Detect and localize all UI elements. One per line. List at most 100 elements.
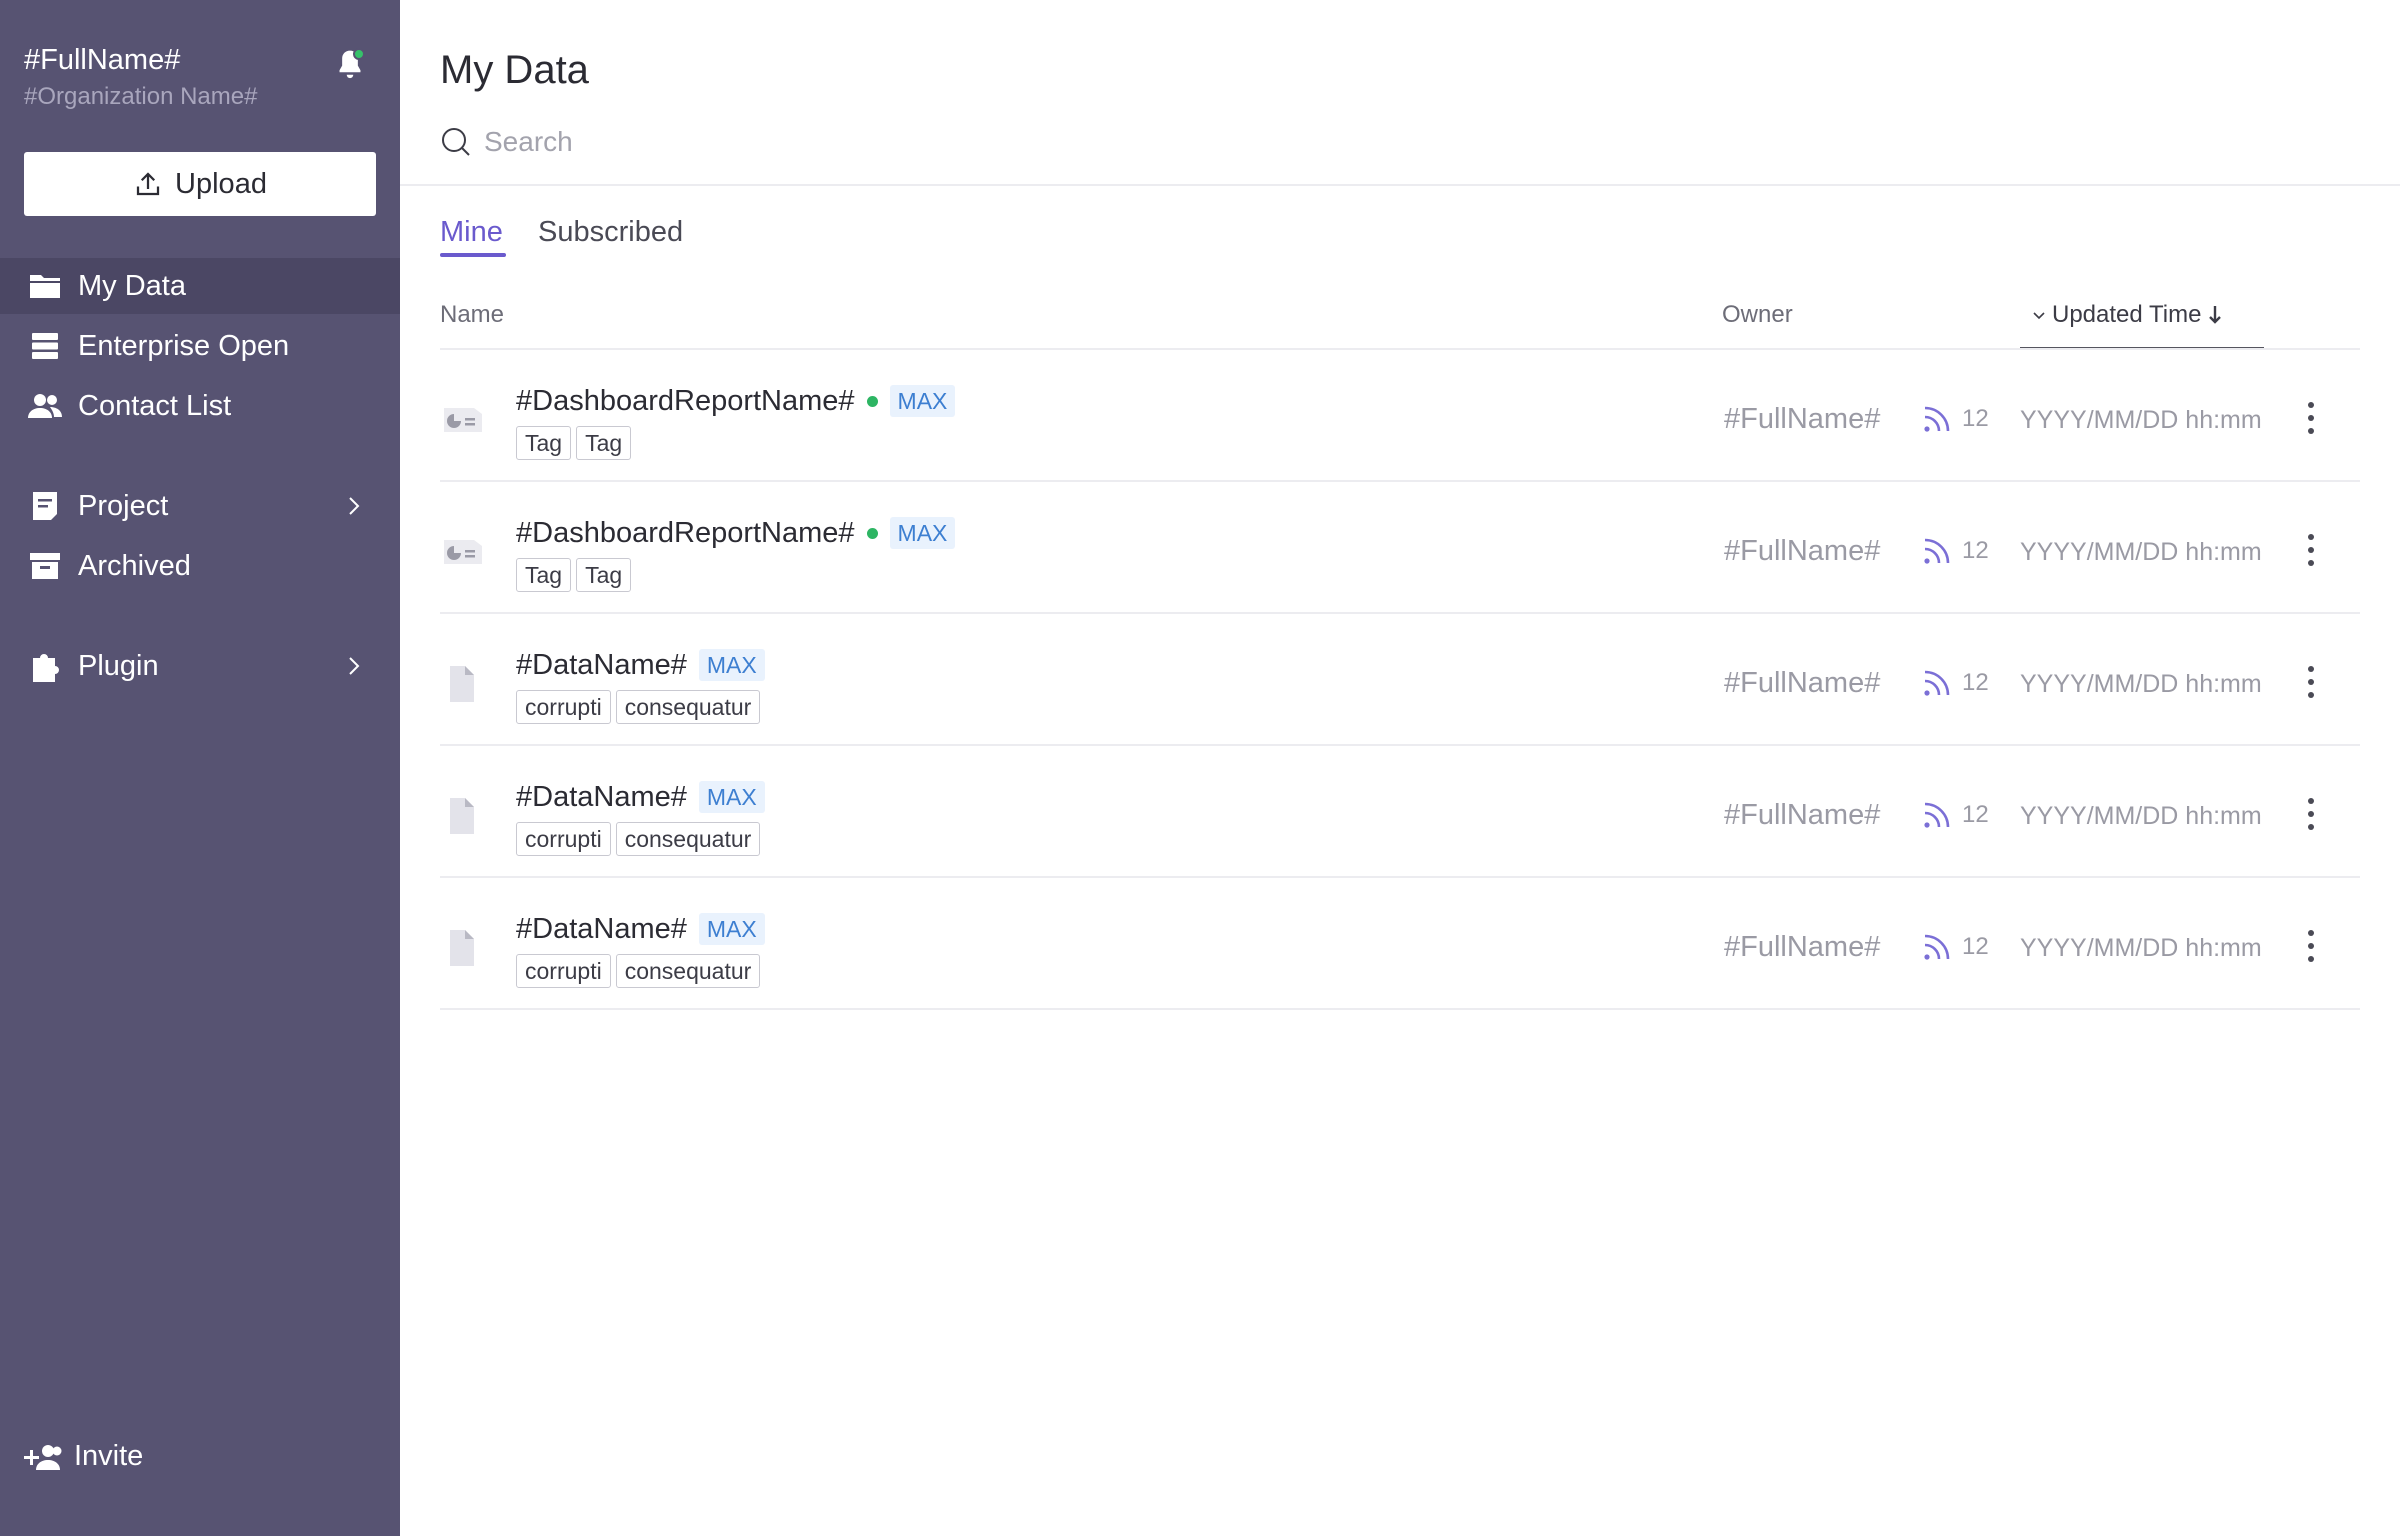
item-name[interactable]: #DataName# MAX	[516, 778, 765, 816]
max-badge: MAX	[698, 913, 765, 945]
subscriber-count: 12	[1920, 928, 1989, 966]
item-name[interactable]: #DataName# MAX	[516, 910, 765, 948]
upload-label: Upload	[175, 167, 267, 200]
updated-time: YYYY/MM/DD hh:mm	[2020, 934, 2262, 962]
owner-name: #FullName#	[1724, 403, 1881, 435]
tag[interactable]: Tag	[576, 558, 632, 592]
tag-list: corrupti consequatur	[516, 690, 761, 724]
folder-icon	[28, 270, 62, 302]
subscribers-icon	[1924, 802, 1950, 828]
upload-button[interactable]: Upload	[24, 152, 376, 216]
subscribers-icon	[1924, 670, 1950, 696]
tag-list: corrupti consequatur	[516, 954, 761, 988]
tag[interactable]: Tag	[576, 426, 632, 460]
invite-label: Invite	[74, 1440, 144, 1472]
updated-time: YYYY/MM/DD hh:mm	[2020, 538, 2262, 566]
tag[interactable]: Tag	[516, 558, 572, 592]
header-divider	[400, 184, 2400, 186]
tag[interactable]: corrupti	[516, 690, 611, 724]
subscriber-count-value: 12	[1962, 669, 1989, 696]
tag[interactable]: consequatur	[615, 822, 761, 856]
max-badge: MAX	[698, 781, 765, 813]
row-divider	[440, 612, 2360, 614]
row-divider	[440, 744, 2360, 746]
more-options-icon[interactable]	[2296, 528, 2326, 572]
sidebar-item-contact-list[interactable]: Contact List	[0, 378, 400, 434]
row-divider	[440, 480, 2360, 482]
sidebar-item-enterprise-open[interactable]: Enterprise Open	[0, 318, 400, 374]
sidebar-item-my-data[interactable]: My Data	[0, 258, 400, 314]
subscribers-icon	[1924, 406, 1950, 432]
dashboard-icon	[440, 532, 484, 572]
item-name[interactable]: #DashboardReportName# MAX	[516, 382, 956, 420]
more-options-icon[interactable]	[2296, 396, 2326, 440]
table-row[interactable]: #DataName# MAX corrupti consequatur #FullNam…	[440, 748, 2360, 878]
max-badge: MAX	[889, 517, 956, 549]
sidebar-item-label: Project	[78, 489, 169, 522]
search-bar	[440, 122, 1140, 162]
tag[interactable]: corrupti	[516, 822, 611, 856]
tag-list: Tag Tag	[516, 426, 632, 460]
sidebar-item-label: Archived	[78, 549, 191, 582]
file-icon	[440, 928, 484, 968]
item-name-text: #DataName#	[516, 649, 687, 681]
sidebar-item-archived[interactable]: Archived	[0, 538, 400, 594]
row-divider	[440, 876, 2360, 878]
notification-dot	[353, 48, 365, 60]
search-input[interactable]	[484, 126, 1084, 158]
invite-button[interactable]: Invite	[24, 1440, 143, 1473]
table-row[interactable]: #DashboardReportName# MAX Tag Tag #FullName#…	[440, 484, 2360, 614]
owner-name: #FullName#	[1724, 799, 1881, 831]
more-options-icon[interactable]	[2296, 792, 2326, 836]
sidebar-item-plugin[interactable]: Plugin	[0, 638, 400, 694]
subscriber-count-value: 12	[1962, 801, 1989, 828]
tab-subscribed[interactable]: Subscribed	[538, 212, 683, 252]
tag[interactable]: Tag	[516, 426, 572, 460]
active-tab-indicator	[440, 253, 506, 257]
document-icon	[28, 490, 62, 522]
table-row[interactable]: #DataName# MAX corrupti consequatur #FullNam…	[440, 880, 2360, 1010]
tag-list: corrupti consequatur	[516, 822, 761, 856]
column-header-name[interactable]: Name	[440, 300, 504, 330]
updated-time: YYYY/MM/DD hh:mm	[2020, 406, 2262, 434]
tag[interactable]: consequatur	[615, 690, 761, 724]
subscriber-count-value: 12	[1962, 933, 1989, 960]
archive-icon	[28, 550, 62, 582]
item-name-text: #DashboardReportName#	[516, 385, 855, 417]
table-row[interactable]: #DashboardReportName# MAX Tag Tag #FullName#…	[440, 352, 2360, 482]
column-header-label: Updated Time	[2052, 301, 2202, 328]
subscriber-count: 12	[1920, 532, 1989, 570]
item-name[interactable]: #DataName# MAX	[516, 646, 765, 684]
online-status-dot	[866, 395, 878, 407]
item-name-text: #DashboardReportName#	[516, 517, 855, 549]
puzzle-icon	[28, 650, 62, 682]
sidebar-item-label: Plugin	[78, 649, 159, 682]
users-icon	[28, 390, 62, 422]
more-options-icon[interactable]	[2296, 924, 2326, 968]
tag[interactable]: corrupti	[516, 954, 611, 988]
owner-name: #FullName#	[1724, 667, 1881, 699]
column-header-updated-time[interactable]: Updated Time	[2032, 300, 2223, 330]
tab-mine[interactable]: Mine	[440, 212, 503, 252]
sidebar-item-project[interactable]: Project	[0, 478, 400, 534]
sidebar-item-label: Enterprise Open	[78, 329, 290, 362]
item-name-text: #DataName#	[516, 781, 687, 813]
table-row[interactable]: #DataName# MAX corrupti consequatur #FullNam…	[440, 616, 2360, 746]
search-icon	[442, 128, 470, 156]
column-header-owner[interactable]: Owner	[1722, 300, 1793, 330]
item-name[interactable]: #DashboardReportName# MAX	[516, 514, 956, 552]
page-title: My Data	[440, 48, 589, 92]
file-icon	[440, 664, 484, 704]
database-icon	[28, 330, 62, 362]
add-user-icon	[24, 1444, 62, 1470]
max-badge: MAX	[889, 385, 956, 417]
tag-list: Tag Tag	[516, 558, 632, 592]
updated-time: YYYY/MM/DD hh:mm	[2020, 802, 2262, 830]
user-name: #FullName#	[24, 44, 181, 76]
chevron-right-icon	[349, 497, 360, 515]
tag[interactable]: consequatur	[615, 954, 761, 988]
more-options-icon[interactable]	[2296, 660, 2326, 704]
user-block: #FullName# #Organization Name#	[24, 40, 257, 114]
sort-descending-icon	[2209, 306, 2222, 324]
subscribers-icon	[1924, 934, 1950, 960]
